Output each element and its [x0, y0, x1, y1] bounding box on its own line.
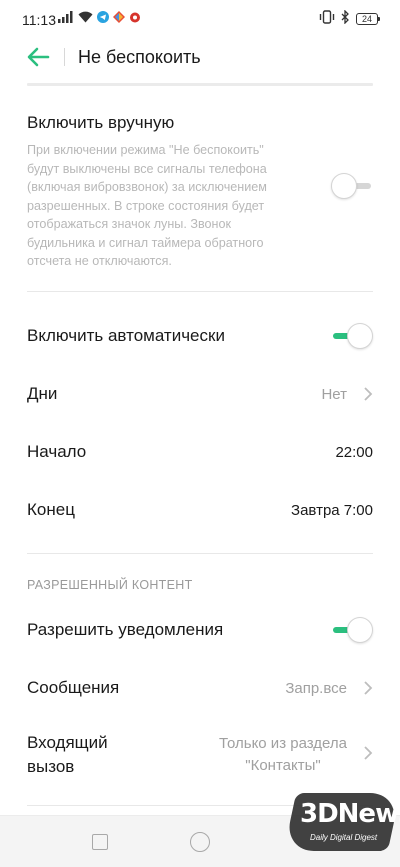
status-time: 11:13	[22, 12, 56, 28]
end-time-value: Завтра 7:00	[291, 502, 373, 519]
allow-notifications-label: Разрешить уведомления	[27, 620, 224, 639]
notification-icon	[129, 10, 141, 28]
app-icon	[113, 10, 125, 28]
manual-enable-toggle[interactable]	[331, 173, 373, 199]
watermark-logo: 3DNews Daily Digital Digest	[283, 793, 400, 851]
watermark-main: 3DNews	[300, 799, 400, 829]
page-title: Не беспокоить	[78, 47, 201, 67]
manual-enable-row[interactable]: Включить вручную При включении режима "Н…	[27, 113, 373, 271]
header: Не беспокоить	[0, 40, 400, 76]
bluetooth-icon	[341, 8, 350, 29]
incoming-call-row[interactable]: Входящий вызов Только из раздела "Контак…	[27, 731, 373, 781]
chevron-right-icon	[364, 681, 373, 695]
back-arrow-icon[interactable]	[26, 46, 50, 68]
toggle-knob	[347, 617, 373, 643]
start-time-label: Начало	[27, 442, 87, 461]
manual-enable-label: Включить вручную	[27, 113, 175, 132]
allow-notifications-toggle[interactable]	[331, 617, 373, 643]
toggle-knob	[331, 173, 357, 199]
auto-enable-label: Включить автоматически	[27, 326, 225, 345]
divider	[27, 291, 373, 292]
telegram-icon	[97, 10, 109, 28]
days-value: Нет	[321, 386, 347, 403]
messages-row[interactable]: Сообщения Запр.все	[27, 678, 373, 700]
auto-enable-toggle[interactable]	[331, 323, 373, 349]
status-bar: 11:13 24	[0, 0, 400, 40]
status-right-icons: 24	[319, 8, 380, 29]
recent-apps-button[interactable]	[92, 834, 108, 850]
toggle-knob	[347, 323, 373, 349]
top-separator	[27, 83, 373, 86]
battery-icon: 24	[356, 13, 380, 25]
wifi-icon	[78, 10, 93, 28]
start-time-value: 22:00	[335, 444, 373, 461]
end-time-row[interactable]: Конец Завтра 7:00	[27, 500, 373, 522]
section-header: РАЗРЕШЕННЫЙ КОНТЕНТ	[27, 578, 193, 592]
status-left-icons	[58, 11, 141, 27]
signal-icon	[58, 10, 74, 28]
messages-value: Запр.все	[285, 680, 347, 697]
vibrate-icon	[319, 9, 335, 29]
days-row[interactable]: Дни Нет	[27, 384, 373, 406]
incoming-call-value-line1: Только из раздела	[219, 735, 347, 752]
auto-enable-row[interactable]: Включить автоматически	[27, 326, 373, 346]
chevron-right-icon	[364, 387, 373, 401]
divider	[27, 553, 373, 554]
manual-enable-description: При включении режима "Не беспокоить" буд…	[27, 143, 267, 268]
watermark-sub: Daily Digital Digest	[310, 833, 378, 842]
header-divider	[64, 48, 65, 66]
allow-notifications-row[interactable]: Разрешить уведомления	[27, 620, 373, 640]
incoming-call-value: Только из раздела "Контакты"	[219, 733, 347, 777]
home-button[interactable]	[190, 832, 210, 852]
incoming-call-value-line2: "Контакты"	[245, 757, 321, 774]
chevron-right-icon	[364, 746, 373, 760]
start-time-row[interactable]: Начало 22:00	[27, 442, 373, 464]
